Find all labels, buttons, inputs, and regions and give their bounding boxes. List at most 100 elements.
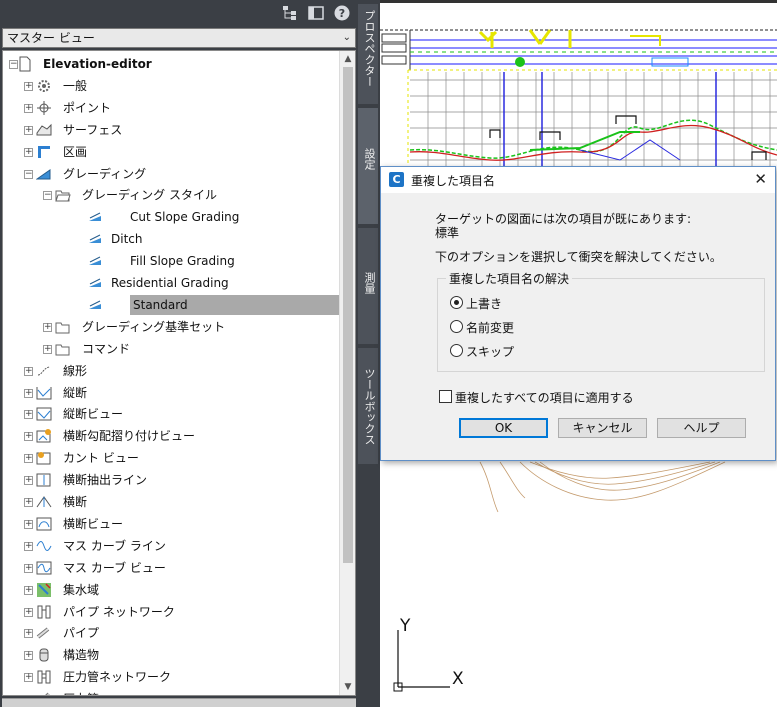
settings-tree: − Elevation-editor + 一般 + ポイント + サーフェス + 区画 − グレーディ… [2, 50, 356, 696]
tree-item[interactable]: + パイプ [3, 623, 339, 643]
tree-item[interactable]: + 縦断ビュー [3, 404, 339, 424]
tree-item[interactable]: + 集水域 [3, 580, 339, 600]
tab-survey[interactable]: 測量 [358, 228, 378, 344]
chevron-down-icon: ⌄ [342, 32, 351, 43]
view-selector-value: マスター ビュー [7, 31, 95, 45]
folder-icon [55, 341, 71, 357]
expand-icon[interactable]: + [24, 388, 33, 398]
close-icon[interactable]: ✕ [754, 170, 767, 188]
expand-icon[interactable]: + [24, 585, 33, 595]
tree-item[interactable]: + コマンド [3, 339, 339, 359]
tree-item[interactable]: + 縦断 [3, 383, 339, 403]
tree-item-label: Cut Slope Grading [130, 210, 240, 225]
radio-button[interactable] [450, 296, 463, 309]
radio-button[interactable] [450, 320, 463, 333]
expand-icon[interactable]: + [24, 498, 33, 507]
tree-item[interactable]: + パイプ ネットワーク [3, 602, 339, 622]
tree-item[interactable]: + グレーディング基準セット [3, 317, 339, 337]
expand-icon[interactable]: + [24, 81, 33, 91]
expand-icon[interactable]: + [24, 476, 33, 486]
expand-icon[interactable]: + [24, 454, 33, 464]
checkbox[interactable] [439, 390, 452, 403]
tree-item[interactable]: + 横断抽出ライン [3, 470, 339, 490]
grading-style-icon [88, 253, 104, 269]
tree-item[interactable]: Residential Grading [3, 273, 339, 293]
expand-icon[interactable]: + [24, 519, 33, 529]
folder-icon [55, 319, 71, 335]
mass-haul-line-icon [36, 538, 52, 554]
tree-item[interactable]: + マス カーブ ライン [3, 536, 339, 556]
help-button[interactable]: ヘルプ [657, 418, 746, 438]
tree-item-label: 線形 [63, 363, 88, 378]
radio-rename[interactable]: 名前変更 [450, 319, 570, 335]
toolspace-bottom-strip [2, 698, 356, 707]
tab-prospector[interactable]: プロスペクター [358, 4, 378, 104]
tree-item[interactable]: + ポイント [3, 98, 339, 118]
tab-settings[interactable]: 設定 [358, 108, 378, 224]
expand-icon[interactable]: + [24, 563, 33, 573]
scrollbar-thumb[interactable] [343, 67, 353, 563]
tree-item[interactable]: + 線形 [3, 361, 339, 381]
expand-icon[interactable]: + [24, 103, 33, 113]
expand-icon[interactable]: + [24, 125, 33, 135]
expand-icon[interactable]: + [43, 344, 52, 354]
expand-icon[interactable]: + [24, 147, 33, 157]
tree-item-label: Fill Slope Grading [130, 254, 235, 269]
tree-item[interactable]: + 圧力管 [3, 689, 339, 696]
expand-icon[interactable]: + [24, 673, 33, 683]
cancel-button[interactable]: キャンセル [558, 418, 647, 438]
folder-open-icon [55, 187, 71, 203]
expand-icon[interactable]: + [24, 410, 33, 420]
expand-icon[interactable]: + [25, 695, 33, 696]
scroll-down-icon[interactable]: ▼ [340, 679, 355, 695]
tree-item[interactable]: + 横断 [3, 492, 339, 512]
expand-icon[interactable]: + [24, 432, 33, 442]
tree-item[interactable]: + 横断ビュー [3, 514, 339, 534]
tree-item[interactable]: Fill Slope Grading [3, 251, 339, 271]
ok-button[interactable]: OK [459, 418, 548, 438]
drawing-icon [17, 56, 33, 72]
tree-item[interactable]: + カント ビュー [3, 448, 339, 468]
radio-skip[interactable]: スキップ [450, 343, 570, 359]
tab-toolbox[interactable]: ツールボックス [358, 348, 378, 464]
dialog-instruction: 下のオプションを選択して衝突を解決してください。 [435, 250, 722, 264]
expand-icon[interactable]: + [24, 541, 33, 551]
tree-item[interactable]: Ditch [3, 229, 339, 249]
tree-scrollbar[interactable]: ▲ ▼ [339, 51, 355, 695]
dialog-message: ターゲットの図面には次の項目が既にあります: [435, 212, 692, 226]
toolspace-side-tabs: プロスペクター 設定 測量 ツールボックス [358, 0, 378, 707]
tree-item-label: カント ビュー [63, 451, 139, 466]
item-view-icon[interactable] [308, 5, 324, 21]
tree-item[interactable]: + 構造物 [3, 645, 339, 665]
tree-structure-icon[interactable] [282, 5, 298, 21]
tree-item[interactable]: + 横断勾配摺り付けビュー [3, 426, 339, 446]
tree-item[interactable]: Cut Slope Grading [3, 207, 339, 227]
tree-item[interactable]: Standard [3, 294, 339, 315]
expand-icon[interactable]: + [24, 629, 33, 639]
view-selector[interactable]: マスター ビュー ⌄ [2, 28, 356, 48]
radio-button[interactable] [450, 344, 463, 357]
tree-item-label: 横断ビュー [63, 516, 124, 531]
tree-item-label: Residential Grading [111, 276, 229, 290]
tree-item[interactable]: + 区画 [3, 142, 339, 162]
ucs-y-label: Y [400, 616, 411, 636]
expand-icon[interactable]: + [24, 366, 33, 376]
expand-icon[interactable]: + [24, 607, 33, 617]
expand-icon[interactable]: + [24, 651, 33, 661]
tree-item[interactable]: + 圧力管ネットワーク [3, 667, 339, 687]
tree-item[interactable]: + 一般 [3, 76, 339, 96]
tree-item[interactable]: + マス カーブ ビュー [3, 558, 339, 578]
scroll-up-icon[interactable]: ▲ [340, 51, 355, 67]
help-icon[interactable]: ? [334, 5, 350, 21]
expand-icon[interactable]: + [43, 322, 52, 332]
apply-all-checkbox[interactable]: 重複したすべての項目に適用する [439, 389, 639, 405]
grading-style-icon [88, 275, 104, 291]
collapse-icon[interactable]: − [43, 191, 52, 201]
collapse-icon[interactable]: − [24, 169, 33, 179]
tree-item[interactable]: − グレーディング スタイル [3, 185, 339, 205]
tree-item-label: 横断 [63, 495, 88, 509]
tree-item[interactable]: + サーフェス [3, 120, 339, 140]
tree-item[interactable]: − グレーディング [3, 164, 339, 184]
tree-item[interactable]: − Elevation-editor [3, 54, 339, 74]
radio-overwrite[interactable]: 上書き [450, 295, 570, 311]
